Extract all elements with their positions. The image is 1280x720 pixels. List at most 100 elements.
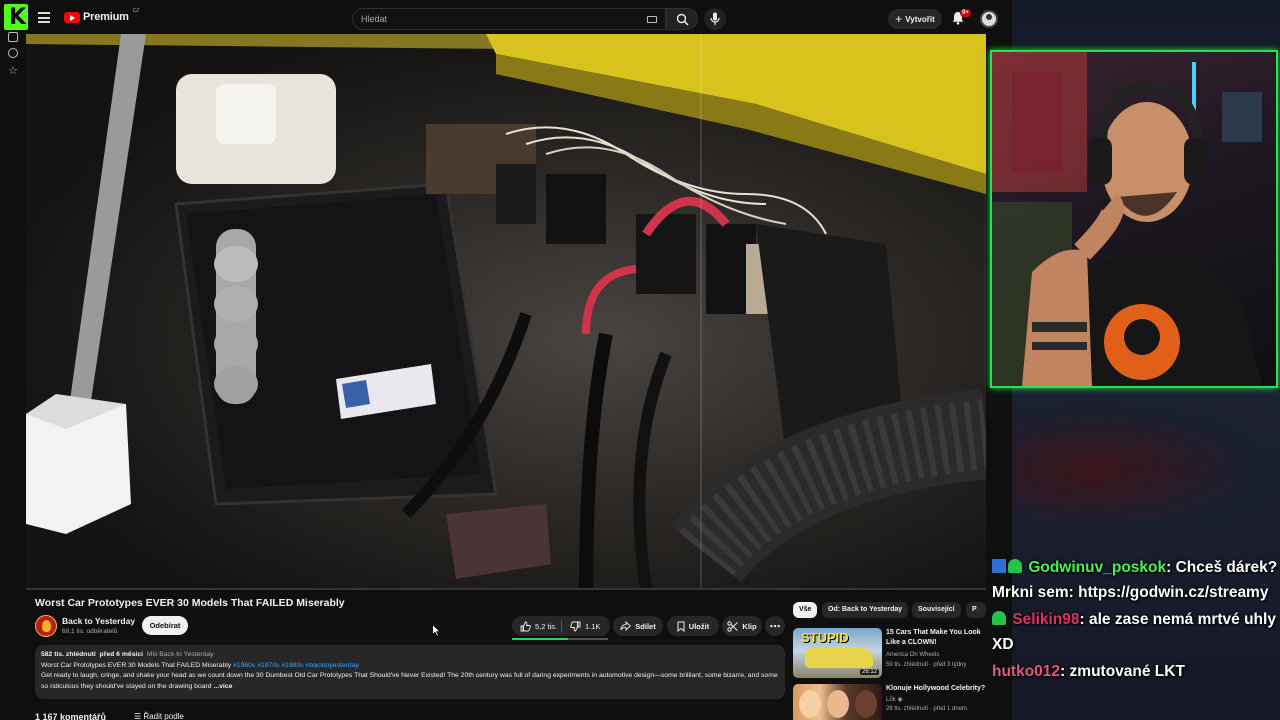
more-actions-button[interactable]: ⋯	[765, 616, 785, 636]
stream-chat: Godwinuv_poskok: Chceš dárek? Mrkni sem:…	[992, 555, 1280, 720]
thumbs-up-icon	[520, 621, 531, 632]
clip-label: Klip	[742, 621, 757, 631]
recommendation-channel: Lůk ◉	[886, 696, 903, 703]
webcam-feed	[992, 52, 1262, 386]
video-progress-bar[interactable]	[26, 588, 986, 590]
chip-more[interactable]: P	[966, 602, 986, 618]
save-button[interactable]: Uložit	[667, 616, 719, 636]
channel-avatar[interactable]	[35, 615, 57, 637]
youtube-logo-text: Premium	[83, 11, 129, 23]
recommendation-meta: 59 tis. zhlédnutí · před 3 týdny	[886, 662, 967, 668]
chip-related[interactable]: Související	[912, 602, 961, 618]
recommendation-channel-name: Lůk	[886, 697, 896, 703]
search-icon	[676, 13, 689, 26]
search-button[interactable]	[666, 8, 698, 30]
screen: K Premium CZ Hledat + Vytvořit 9+ ☆ Wors…	[0, 0, 1280, 720]
recommendation-item[interactable]: STUPID 26:12 15 Cars That Make You Look …	[793, 628, 983, 680]
chip-from-channel[interactable]: Od: Back to Yesterday	[822, 602, 909, 618]
recommendation-meta: 28 tis. zhlédnutí · před 1 dnem	[886, 706, 968, 712]
subscriber-badge-icon	[1008, 559, 1022, 573]
thumbnail-text: STUPID	[801, 630, 849, 645]
microphone-icon	[710, 12, 720, 25]
badge-icon	[992, 559, 1006, 573]
scissors-icon	[727, 620, 739, 632]
dislike-button[interactable]: 1.1K	[570, 621, 600, 632]
view-count: 582 tis. zhlédnutí	[41, 651, 96, 658]
top-bar: Premium CZ Hledat + Vytvořit 9+	[28, 4, 1012, 34]
recommendation-thumbnail: STUPID 26:12	[793, 628, 882, 678]
description-title: Worst Car Prototypes EVER 30 Models That…	[41, 661, 232, 669]
mouse-cursor-icon	[432, 624, 441, 637]
like-button[interactable]: 5,2 tis.	[520, 621, 557, 632]
video-duration: 26:12	[859, 669, 879, 675]
description-body: Get ready to laugh, cringe, and shake yo…	[41, 672, 778, 690]
youtube-logo[interactable]: Premium CZ	[64, 8, 140, 23]
chat-message: Selikin98: ale zase nemá mrtvé uhly XD	[992, 607, 1280, 657]
thumbs-down-icon	[570, 621, 581, 632]
chip-all[interactable]: Vše	[793, 602, 818, 618]
recommendation-thumbnail	[793, 684, 882, 720]
chat-username[interactable]: Selikin98	[1012, 611, 1079, 628]
region-code: CZ	[132, 8, 140, 14]
video-title: Worst Car Prototypes EVER 30 Models That…	[35, 597, 345, 609]
hashtags[interactable]: #1960s #1970s #1980s #backtoyesterday	[233, 662, 359, 669]
share-icon	[620, 621, 632, 631]
notification-badge: 9+	[960, 9, 971, 17]
like-count: 5,2 tis.	[535, 622, 558, 631]
description-box[interactable]: 582 tis. zhlédnutí před 6 měsíci Mix Bac…	[35, 645, 785, 699]
subscribe-button[interactable]: Odebírat	[142, 616, 188, 635]
star-icon[interactable]: ☆	[8, 66, 18, 77]
description-body-line: Get ready to laugh, cringe, and shake yo…	[41, 671, 779, 692]
show-more-link[interactable]: ...více	[213, 683, 232, 690]
sort-icon: ☰	[134, 712, 142, 720]
share-label: Sdílet	[635, 621, 656, 631]
recommendation-title: 15 Cars That Make You Look Like a CLOWN!	[886, 629, 981, 646]
search-placeholder: Hledat	[361, 14, 388, 24]
history-icon[interactable]	[8, 48, 18, 58]
keyboard-icon[interactable]	[647, 16, 657, 23]
voice-search-button[interactable]	[704, 8, 726, 30]
more-icon: ⋯	[769, 620, 781, 633]
thumbnail-car	[805, 648, 873, 668]
video-player[interactable]	[26, 34, 986, 590]
plus-icon: +	[895, 12, 903, 26]
recommendation-title: Klonuje Hollywood Celebrity?	[886, 685, 986, 692]
like-ratio-fill	[512, 638, 568, 640]
share-button[interactable]: Sdílet	[613, 616, 663, 636]
home-icon[interactable]	[8, 32, 18, 42]
like-dislike-group: 5,2 tis. 1.1K	[512, 616, 610, 636]
left-rail: ☆	[0, 30, 26, 720]
create-button[interactable]: + Vytvořit	[888, 9, 942, 29]
clip-button[interactable]: Klip	[722, 616, 762, 636]
mix-link[interactable]: Mix Back to Yesterday	[147, 651, 214, 658]
chat-message: Godwinuv_poskok: Chceš dárek? Mrkni sem:…	[992, 555, 1280, 605]
like-separator	[561, 620, 562, 632]
comments-count: 1 167 komentářů	[35, 712, 107, 720]
thumbnail-face	[799, 690, 821, 718]
dislike-count: 1.1K	[585, 622, 601, 631]
kick-logo: K	[4, 4, 28, 30]
account-avatar[interactable]	[980, 10, 998, 28]
recommendation-channel: America On Wheels	[886, 652, 940, 658]
youtube-play-icon	[64, 11, 80, 23]
bookmark-icon	[677, 621, 685, 632]
sort-button[interactable]: ☰ Řadit podle	[134, 712, 184, 720]
verified-icon: ◉	[897, 697, 903, 703]
kick-logo-letter: K	[9, 5, 27, 30]
chat-message: hutko012: zmutované LKT	[992, 659, 1280, 684]
chat-username[interactable]: hutko012	[992, 663, 1060, 680]
description-meta: 582 tis. zhlédnutí před 6 měsíci Mix Bac…	[41, 650, 779, 661]
upload-age: před 6 měsíci	[99, 651, 143, 658]
chat-text: : zmutované LKT	[1060, 663, 1185, 680]
chat-username[interactable]: Godwinuv_poskok	[1028, 559, 1166, 576]
create-label: Vytvořit	[905, 14, 935, 24]
search-input[interactable]: Hledat	[352, 8, 666, 30]
recommendation-item[interactable]: Klonuje Hollywood Celebrity? Lůk ◉ 28 ti…	[793, 684, 986, 720]
channel-name[interactable]: Back to Yesterday	[62, 616, 135, 626]
description-title-line: Worst Car Prototypes EVER 30 Models That…	[41, 661, 779, 672]
sort-label: Řadit podle	[143, 712, 184, 720]
video-frame-art	[26, 34, 986, 590]
thumbnail-face	[855, 690, 877, 718]
save-label: Uložit	[688, 621, 710, 631]
menu-icon[interactable]	[38, 12, 50, 23]
